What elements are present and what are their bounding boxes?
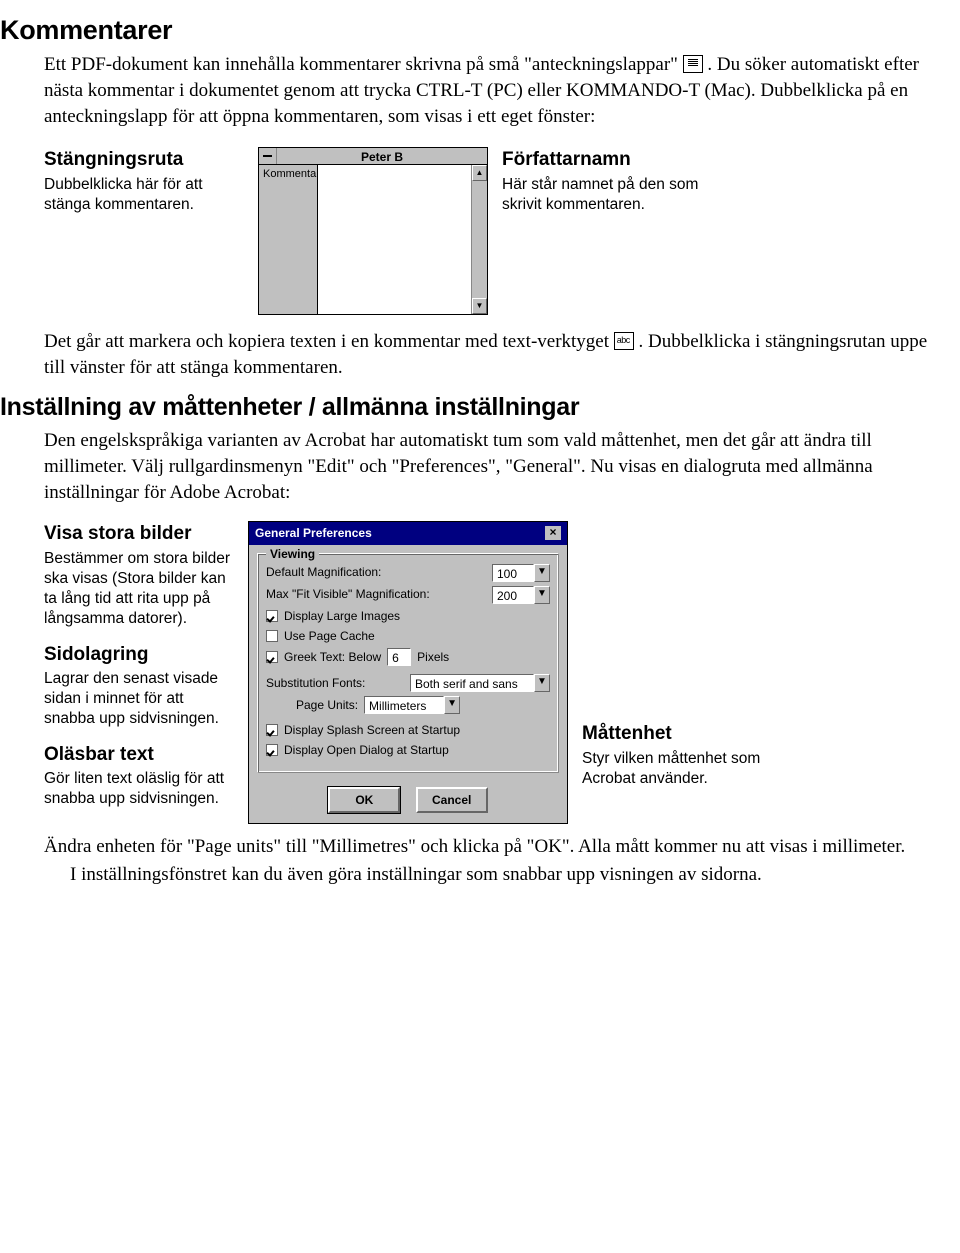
scrollbar[interactable]: ▲ ▼ bbox=[471, 165, 487, 314]
label-page-units: Page Units: bbox=[296, 697, 358, 713]
heading-installning: Inställning av måttenheter / allmänna in… bbox=[0, 391, 940, 425]
close-icon[interactable] bbox=[259, 148, 277, 164]
para-3: Den engelskspråkiga varianten av Acrobat… bbox=[44, 428, 940, 505]
text-tool-icon: abc bbox=[614, 332, 634, 350]
callouts-left: Visa stora bilder Bestämmer om stora bil… bbox=[44, 521, 234, 809]
dialog-buttons: OK Cancel bbox=[249, 781, 567, 823]
label-use-cache: Use Page Cache bbox=[284, 628, 375, 644]
heading-kommentarer: Kommentarer bbox=[0, 12, 940, 48]
label-default-mag: Default Magnification: bbox=[266, 564, 381, 580]
para-2: Det går att markera och kopiera texten i… bbox=[44, 329, 940, 380]
scroll-down-icon[interactable]: ▼ bbox=[472, 298, 487, 314]
label-sub-fonts: Substitution Fonts: bbox=[266, 675, 365, 691]
checkbox-open-dialog[interactable] bbox=[266, 744, 278, 756]
comment-textarea[interactable]: ▲ ▼ bbox=[318, 165, 488, 315]
page-units-value: Millimeters bbox=[364, 696, 444, 714]
sub-fonts-select[interactable]: Both serif and sans ▼ bbox=[410, 674, 550, 692]
callout-visa-text: Bestämmer om stora bilder ska visas (Sto… bbox=[44, 549, 234, 630]
comment-window: Peter B Kommentar ▲ ▼ bbox=[258, 147, 488, 315]
chevron-down-icon[interactable]: ▼ bbox=[534, 586, 550, 604]
default-mag-select[interactable]: 100 ▼ bbox=[492, 564, 550, 582]
dialog-title: General Preferences bbox=[255, 525, 372, 541]
para-1a: Ett PDF-dokument kan innehålla kommentar… bbox=[44, 54, 683, 75]
page-units-select[interactable]: Millimeters ▼ bbox=[364, 696, 460, 714]
label-pixels: Pixels bbox=[417, 649, 449, 665]
callout-author-title: Författarnamn bbox=[502, 147, 702, 173]
dialog-titlebar[interactable]: General Preferences × bbox=[249, 522, 567, 544]
callout-close-text: Dubbelklicka här för att stänga kommenta… bbox=[44, 175, 244, 215]
checkbox-splash[interactable] bbox=[266, 724, 278, 736]
label-splash: Display Splash Screen at Startup bbox=[284, 722, 460, 738]
checkbox-display-large[interactable] bbox=[266, 610, 278, 622]
callout-matt-title: Måttenhet bbox=[582, 721, 762, 747]
para-1: Ett PDF-dokument kan innehålla kommentar… bbox=[44, 52, 940, 129]
group-viewing: Default Magnification: 100 ▼ Max "Fit Vi… bbox=[257, 553, 559, 774]
max-fit-select[interactable]: 200 ▼ bbox=[492, 586, 550, 604]
callout-olas-title: Oläsbar text bbox=[44, 742, 234, 768]
chevron-down-icon[interactable]: ▼ bbox=[534, 674, 550, 692]
sub-fonts-value: Both serif and sans bbox=[410, 674, 534, 692]
comment-label: Kommentar bbox=[258, 165, 318, 315]
para-4: Ändra enheten för "Page units" till "Mil… bbox=[44, 834, 940, 860]
scroll-up-icon[interactable]: ▲ bbox=[472, 165, 487, 181]
max-fit-value: 200 bbox=[492, 586, 534, 604]
checkbox-greek[interactable] bbox=[266, 651, 278, 663]
preferences-dialog: General Preferences × Default Magnificat… bbox=[248, 521, 568, 824]
note-icon bbox=[683, 55, 703, 73]
comment-author: Peter B bbox=[277, 148, 487, 164]
greek-value[interactable]: 6 bbox=[387, 648, 411, 666]
figure-preferences: Visa stora bilder Bestämmer om stora bil… bbox=[44, 521, 940, 824]
figure-comment-window: Stängningsruta Dubbelklicka här för att … bbox=[44, 147, 940, 315]
ok-button[interactable]: OK bbox=[328, 787, 400, 813]
callout-olas-text: Gör liten text oläslig för att snabba up… bbox=[44, 769, 234, 809]
label-display-large: Display Large Images bbox=[284, 608, 400, 624]
default-mag-value: 100 bbox=[492, 564, 534, 582]
callout-close-title: Stängningsruta bbox=[44, 147, 244, 173]
checkbox-use-cache[interactable] bbox=[266, 630, 278, 642]
callout-sido-text: Lagrar den senast visade sidan i minnet … bbox=[44, 669, 234, 729]
callout-author-text: Här står namnet på den som skrivit komme… bbox=[502, 175, 702, 215]
dialog-close-icon[interactable]: × bbox=[545, 526, 561, 540]
callout-author: Författarnamn Här står namnet på den som… bbox=[502, 147, 702, 227]
label-max-fit: Max "Fit Visible" Magnification: bbox=[266, 586, 430, 602]
callout-mattenhet: Måttenhet Styr vilken måttenhet som Acro… bbox=[582, 721, 762, 789]
callout-sido-title: Sidolagring bbox=[44, 642, 234, 668]
chevron-down-icon[interactable]: ▼ bbox=[534, 564, 550, 582]
chevron-down-icon[interactable]: ▼ bbox=[444, 696, 460, 714]
label-open-dialog: Display Open Dialog at Startup bbox=[284, 742, 449, 758]
para-5: I inställningsfönstret kan du även göra … bbox=[44, 862, 940, 888]
callout-matt-text: Styr vilken måttenhet som Acrobat använd… bbox=[582, 749, 762, 789]
callout-close-box: Stängningsruta Dubbelklicka här för att … bbox=[44, 147, 244, 227]
cancel-button[interactable]: Cancel bbox=[416, 787, 488, 813]
label-greek: Greek Text: Below bbox=[284, 649, 381, 665]
para-2a: Det går att markera och kopiera texten i… bbox=[44, 331, 614, 352]
callout-visa-title: Visa stora bilder bbox=[44, 521, 234, 547]
comment-titlebar[interactable]: Peter B bbox=[258, 147, 488, 165]
